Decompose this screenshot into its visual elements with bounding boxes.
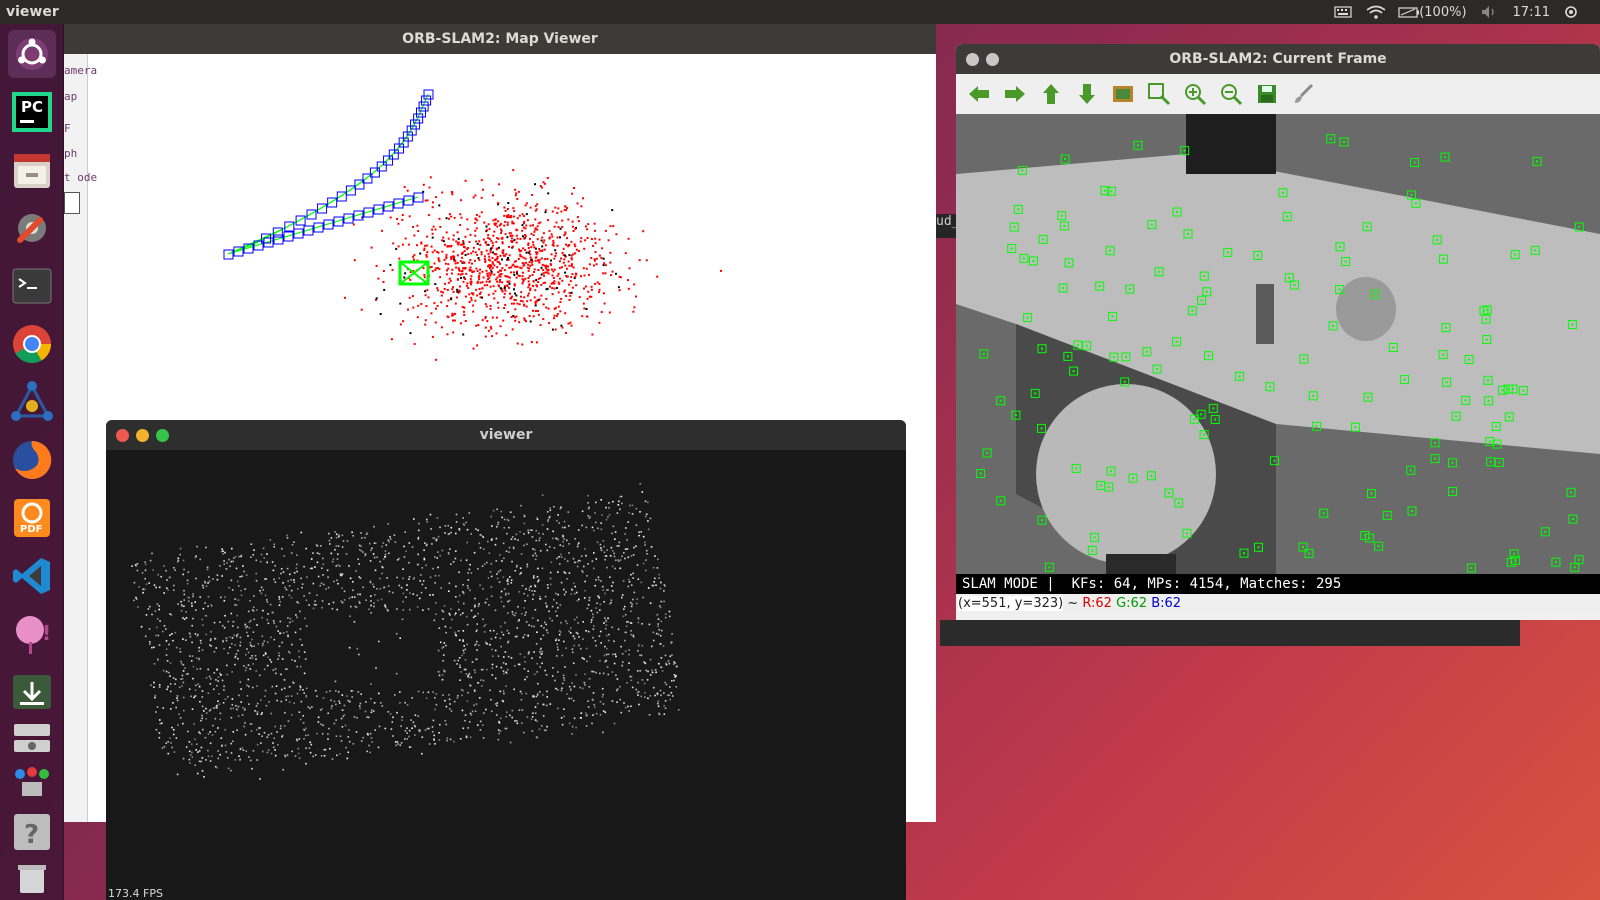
image-icon[interactable] [1108, 79, 1138, 109]
disk-usage-icon[interactable] [8, 718, 56, 758]
battery-percent: (100%) [1419, 4, 1467, 20]
pdf-label: PDF [20, 524, 43, 535]
back-arrow-icon[interactable] [964, 79, 994, 109]
top-panel: viewer (100%) 17:11 [0, 0, 1600, 24]
pixel-red: R:62 [1082, 596, 1112, 611]
terminal-icon[interactable] [8, 262, 56, 310]
image-toolbar [956, 74, 1600, 114]
pointcloud-viewer-window[interactable]: viewer 173.4 FPS [106, 420, 906, 900]
keyboard-icon[interactable] [1334, 5, 1352, 19]
pdf-reader-icon[interactable]: PDF [8, 494, 56, 542]
viewer-title: viewer [479, 427, 533, 443]
zoom-in-icon[interactable] [1180, 79, 1210, 109]
lollypop-icon[interactable]: ! [8, 610, 56, 658]
close-button[interactable] [966, 52, 979, 66]
pixel-coords: (x=551, y=323) [958, 596, 1064, 611]
side-text-3: F [64, 122, 71, 135]
fps-counter: 173.4 FPS [108, 887, 163, 900]
current-frame-titlebar[interactable]: ORB-SLAM2: Current Frame [956, 44, 1600, 74]
software-updater-icon[interactable] [8, 668, 56, 716]
camera-frame-image[interactable]: SLAM MODE | KFs: 64, MPs: 4154, Matches:… [956, 114, 1600, 594]
background-window-fragment: ud_ [936, 214, 956, 238]
ubuntu-logo-icon[interactable] [8, 30, 56, 78]
volume-icon[interactable] [1481, 5, 1499, 19]
pixel-sep: ~ [1063, 596, 1083, 611]
close-button[interactable] [116, 428, 129, 442]
pointcloud-canvas[interactable] [106, 450, 906, 900]
svg-text:!: ! [42, 621, 51, 645]
current-frame-window[interactable]: ORB-SLAM2: Current Frame SLAM MODE | KFs… [956, 44, 1600, 620]
system-settings-icon[interactable] [8, 204, 56, 252]
clock[interactable]: 17:11 [1513, 5, 1550, 20]
map-viewer-title: ORB-SLAM2: Map Viewer [402, 31, 598, 47]
map-viewer-side-panel: amera ap F ph t ode et [64, 54, 97, 822]
zoom-fit-icon[interactable] [1144, 79, 1174, 109]
active-window-title: viewer [6, 4, 59, 20]
graph-app-icon[interactable] [8, 378, 56, 426]
side-text-2: ap [64, 90, 78, 103]
wifi-icon[interactable] [1366, 5, 1386, 19]
viewer-titlebar[interactable]: viewer [106, 420, 906, 450]
background-window-text: ud_ [936, 214, 956, 229]
up-arrow-icon[interactable] [1036, 79, 1066, 109]
pycharm-label: PC [21, 98, 44, 116]
minimize-button[interactable] [986, 52, 999, 66]
battery-icon[interactable] [1398, 5, 1420, 19]
chrome-icon[interactable] [8, 320, 56, 368]
pycharm-icon[interactable]: PC [8, 88, 56, 136]
system-tray: (100%) 17:11 [1334, 0, 1600, 24]
help-icon[interactable]: ? [8, 808, 56, 856]
slam-status-line: SLAM MODE | KFs: 64, MPs: 4154, Matches:… [956, 574, 1600, 594]
svg-text:?: ? [24, 820, 39, 850]
down-arrow-icon[interactable] [1072, 79, 1102, 109]
side-input-box[interactable] [64, 192, 80, 214]
brush-icon[interactable] [1288, 79, 1318, 109]
trash-icon[interactable] [8, 860, 56, 898]
colors-icon[interactable] [8, 760, 56, 800]
pixel-blue: B:62 [1151, 596, 1182, 611]
power-gear-icon[interactable] [1564, 5, 1582, 19]
maximize-button[interactable] [156, 428, 169, 442]
vscode-icon[interactable] [8, 552, 56, 600]
map-viewer-titlebar[interactable]: ORB-SLAM2: Map Viewer [64, 24, 936, 54]
current-frame-window-shadow [940, 620, 1520, 646]
current-frame-title: ORB-SLAM2: Current Frame [1169, 51, 1387, 67]
firefox-icon[interactable] [8, 436, 56, 484]
minimize-button[interactable] [136, 428, 149, 442]
save-icon[interactable] [1252, 79, 1282, 109]
pixel-info-bar: (x=551, y=323) ~ R:62 G:62 B:62 [956, 594, 1600, 614]
zoom-out-icon[interactable] [1216, 79, 1246, 109]
forward-arrow-icon[interactable] [1000, 79, 1030, 109]
pixel-green: G:62 [1116, 596, 1148, 611]
file-cabinet-icon[interactable] [8, 146, 56, 194]
side-text-4: ph [64, 147, 78, 160]
launcher: PC PDF ! ? [0, 24, 64, 900]
